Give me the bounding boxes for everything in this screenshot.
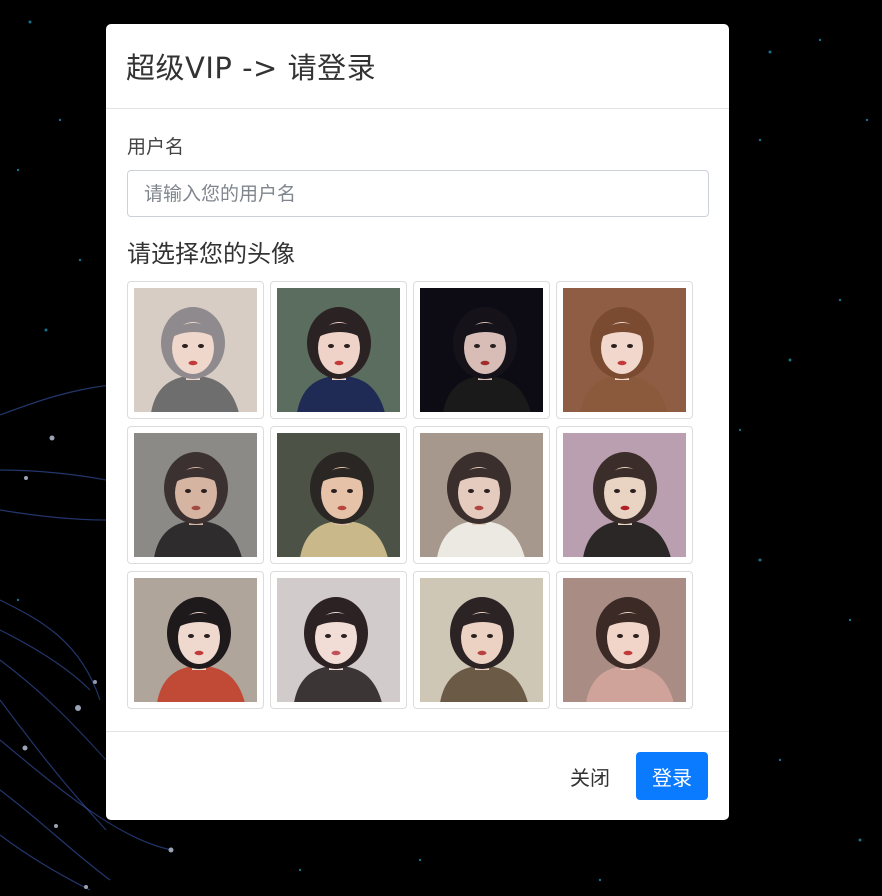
avatar-grid — [127, 281, 708, 709]
avatar-photo — [277, 288, 400, 412]
avatar-select-label: 请选择您的头像 — [127, 240, 295, 268]
avatar-option[interactable] — [413, 571, 550, 709]
avatar-option[interactable] — [556, 571, 693, 709]
avatar-option[interactable] — [413, 426, 550, 564]
modal-title: 超级VIP -> 请登录 — [126, 51, 377, 85]
avatar-photo — [277, 578, 400, 702]
modal-header: 超级VIP -> 请登录 — [106, 24, 729, 109]
avatar-photo — [134, 288, 257, 412]
avatar-photo — [134, 578, 257, 702]
avatar-photo — [563, 288, 686, 412]
avatar-photo — [420, 433, 543, 557]
avatar-option[interactable] — [556, 281, 693, 419]
avatar-photo — [420, 288, 543, 412]
avatar-option[interactable] — [270, 426, 407, 564]
avatar-option[interactable] — [127, 281, 264, 419]
login-modal: 超级VIP -> 请登录 用户名 请选择您的头像 关闭 登录 — [106, 24, 729, 820]
avatar-photo — [134, 433, 257, 557]
avatar-option[interactable] — [413, 281, 550, 419]
avatar-photo — [563, 578, 686, 702]
username-input[interactable] — [127, 170, 709, 217]
close-button[interactable]: 关闭 — [566, 762, 614, 791]
avatar-photo — [277, 433, 400, 557]
avatar-option[interactable] — [127, 426, 264, 564]
avatar-photo — [420, 578, 543, 702]
modal-body: 用户名 请选择您的头像 — [106, 137, 729, 709]
avatar-option[interactable] — [556, 426, 693, 564]
username-label: 用户名 — [127, 136, 185, 158]
login-button[interactable]: 登录 — [636, 752, 708, 800]
modal-footer: 关闭 登录 — [106, 731, 729, 820]
avatar-option[interactable] — [270, 281, 407, 419]
avatar-option[interactable] — [270, 571, 407, 709]
avatar-photo — [563, 433, 686, 557]
avatar-option[interactable] — [127, 571, 264, 709]
